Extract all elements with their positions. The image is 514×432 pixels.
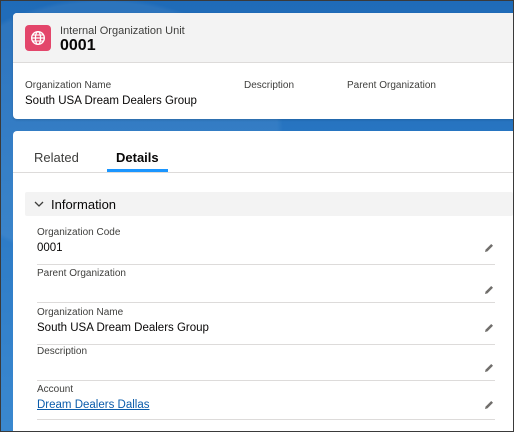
highlight-label: Organization Name	[25, 80, 112, 91]
highlight-organization-name: Organization Name South USA Dream Dealer…	[25, 80, 197, 107]
field-label: Organization Name	[37, 307, 124, 318]
field-parent-organization: Parent Organization	[37, 268, 495, 303]
highlight-parent-organization: Parent Organization	[347, 80, 436, 95]
tab-related[interactable]: Related	[34, 150, 79, 165]
field-organization-code: Organization Code 0001	[37, 227, 495, 265]
chevron-down-icon[interactable]	[33, 197, 45, 215]
record-body: Related Details Information Organization…	[13, 131, 513, 431]
field-label: Organization Code	[37, 227, 121, 238]
account-link[interactable]: Dream Dealers Dallas	[37, 399, 149, 411]
highlight-value: South USA Dream Dealers Group	[25, 95, 197, 107]
record-title: 0001	[60, 37, 96, 54]
active-tab-indicator	[107, 169, 168, 172]
object-type-label: Internal Organization Unit	[60, 25, 185, 37]
org-unit-icon	[25, 25, 51, 51]
tab-details[interactable]: Details	[116, 150, 159, 165]
field-account: Account Dream Dealers Dallas	[37, 384, 495, 420]
field-value: South USA Dream Dealers Group	[37, 322, 209, 334]
pencil-icon[interactable]	[483, 361, 495, 373]
tab-bar: Related Details	[13, 131, 513, 173]
pencil-icon[interactable]	[483, 321, 495, 333]
pencil-icon[interactable]	[483, 398, 495, 410]
field-label: Description	[37, 346, 88, 357]
field-organization-name: Organization Name South USA Dream Dealer…	[37, 307, 495, 345]
section-title: Information	[51, 197, 117, 212]
field-label: Parent Organization	[37, 268, 126, 279]
field-description: Description	[37, 346, 495, 381]
highlight-label: Parent Organization	[347, 80, 436, 91]
record-header: Internal Organization Unit 0001 Organiza…	[13, 13, 513, 119]
section-information-header[interactable]: Information	[25, 192, 513, 216]
field-value: 0001	[37, 242, 63, 254]
highlight-label: Description	[244, 80, 295, 91]
pencil-icon[interactable]	[483, 241, 495, 253]
app-frame: Internal Organization Unit 0001 Organiza…	[0, 0, 514, 432]
field-label: Account	[37, 384, 74, 395]
highlight-description: Description	[244, 80, 294, 95]
record-header-title-bar: Internal Organization Unit 0001	[13, 13, 513, 63]
pencil-icon[interactable]	[483, 283, 495, 295]
